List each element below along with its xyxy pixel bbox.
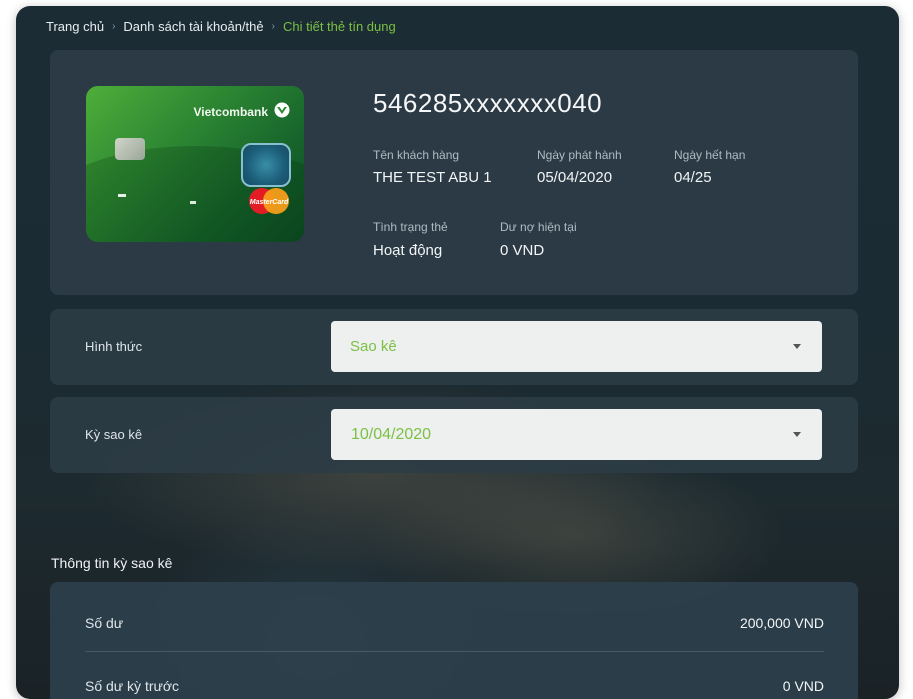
customer-name-label: Tên khách hàng [373, 148, 460, 162]
bank-logo-icon [274, 102, 290, 118]
card-number: 546285xxxxxxx040 [373, 88, 603, 118]
card-summary-panel: Vietcombank MasterCard 546285xxxxxxx040 … [50, 50, 858, 295]
card-mark [190, 201, 196, 204]
period-select[interactable]: 10/04/2020 [331, 409, 822, 460]
period-label: Kỳ sao kê [85, 427, 143, 442]
chevron-right-icon: › [112, 21, 116, 32]
chevron-right-icon: › [271, 21, 275, 32]
app-frame: Trang chủ › Danh sách tài khoản/thẻ › Ch… [16, 6, 899, 699]
breadcrumb: Trang chủ › Danh sách tài khoản/thẻ › Ch… [46, 19, 396, 34]
balance-value: 200,000 VND [739, 615, 824, 631]
customer-name-value: THE TEST ABU 1 [373, 169, 492, 186]
credit-card-image: Vietcombank MasterCard [86, 86, 304, 242]
breadcrumb-accounts[interactable]: Danh sách tài khoản/thẻ [123, 19, 263, 34]
statement-row: Số dư kỳ trước 0 VND [50, 652, 858, 699]
statement-section-title: Thông tin kỳ sao kê [51, 555, 173, 571]
current-debt-label: Dư nợ hiện tại [500, 220, 577, 234]
caret-down-icon[interactable] [793, 344, 801, 349]
balance-label: Số dư [85, 615, 124, 631]
period-selected-value: 10/04/2020 [351, 426, 432, 443]
caret-down-icon[interactable] [793, 432, 801, 437]
card-mark [118, 194, 126, 197]
statement-info-panel: Số dư 200,000 VND Số dư kỳ trước 0 VND [50, 582, 858, 699]
breadcrumb-home[interactable]: Trang chủ [46, 19, 104, 34]
card-status-value: Hoạt động [373, 242, 443, 259]
svg-text:MasterCard: MasterCard [250, 199, 289, 206]
current-debt-value: 0 VND [500, 242, 545, 259]
method-row: Hình thức Sao kê [50, 309, 858, 385]
card-chip-icon [115, 138, 145, 160]
expiry-date-value: 04/25 [674, 169, 712, 186]
expiry-date-label: Ngày hết hạn [674, 148, 746, 162]
period-row: Kỳ sao kê 10/04/2020 [50, 397, 858, 473]
method-selected-value: Sao kê [350, 338, 397, 355]
globe-hologram-icon [241, 143, 291, 187]
breadcrumb-current: Chi tiết thẻ tín dụng [282, 19, 396, 34]
card-status-label: Tình trạng thẻ [373, 220, 448, 234]
previous-balance-label: Số dư kỳ trước [85, 678, 180, 694]
issue-date-label: Ngày phát hành [537, 148, 622, 162]
method-select[interactable]: Sao kê [331, 321, 822, 372]
previous-balance-value: 0 VND [782, 678, 824, 694]
bank-logo-text: Vietcombank [193, 105, 268, 119]
issue-date-value: 05/04/2020 [537, 169, 613, 186]
mastercard-logo-icon: MasterCard [249, 188, 289, 214]
statement-row: Số dư 200,000 VND [50, 582, 858, 644]
method-label: Hình thức [85, 339, 143, 354]
